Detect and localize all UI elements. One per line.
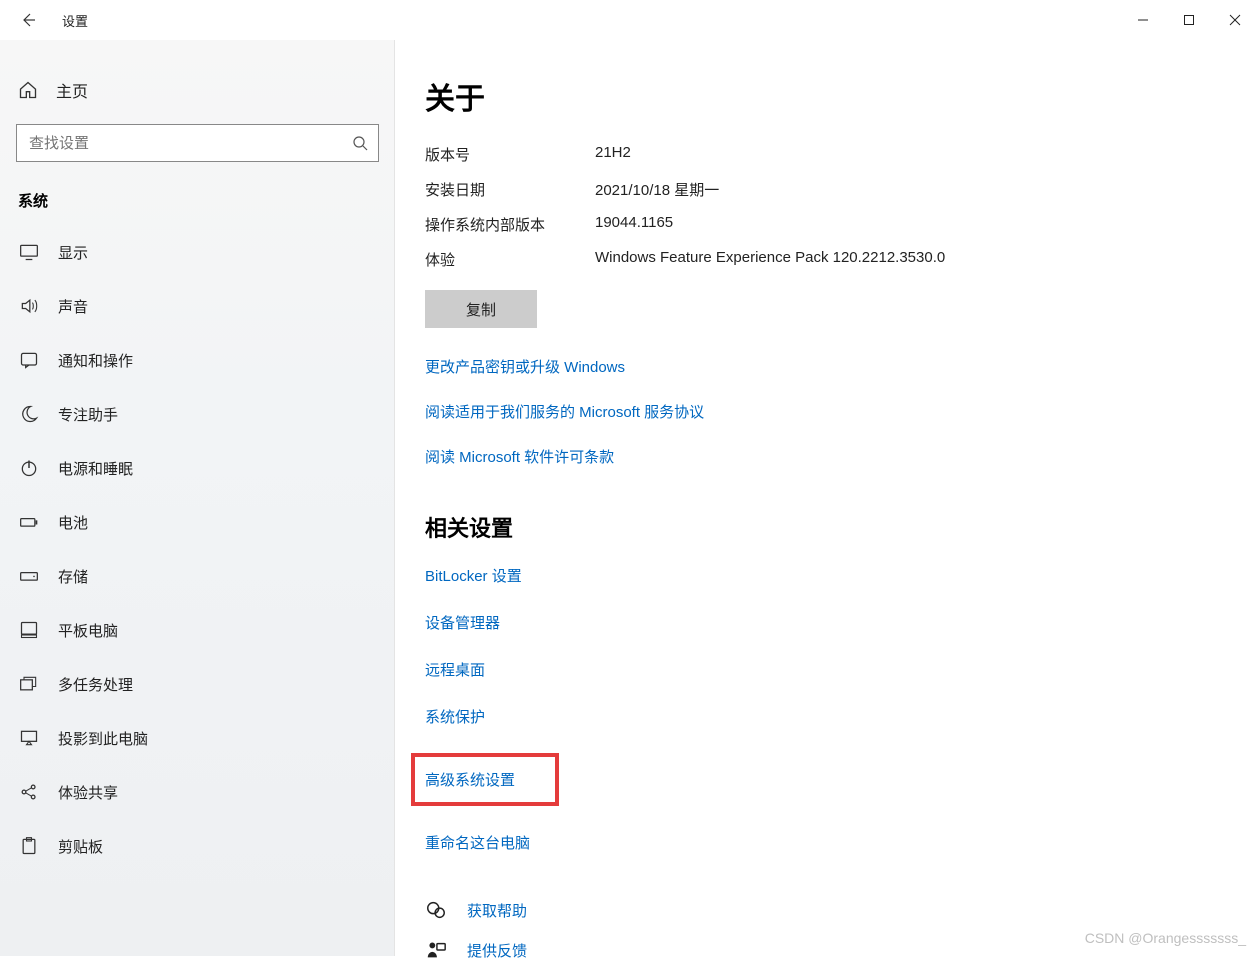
sidebar-item-label: 存储 [58,566,88,587]
back-button[interactable] [18,10,38,30]
sidebar: 主页 系统 显示 声音 通知和操作 专注助手 [0,40,395,956]
sidebar-item-label: 投影到此电脑 [58,728,148,749]
sidebar-item-label: 多任务处理 [58,674,133,695]
get-help-link[interactable]: 获取帮助 [425,899,1258,921]
link-ms-license-terms[interactable]: 阅读 Microsoft 软件许可条款 [425,446,1258,467]
minimize-button[interactable] [1120,4,1166,36]
sound-icon [18,295,40,317]
spec-value: 2021/10/18 星期一 [595,179,1258,200]
home-label: 主页 [56,78,88,102]
sidebar-item-label: 声音 [58,296,88,317]
close-button[interactable] [1212,4,1258,36]
search-input-container[interactable] [16,124,379,162]
sidebar-item-focus-assist[interactable]: 专注助手 [16,387,379,441]
sidebar-item-power[interactable]: 电源和睡眠 [16,441,379,495]
sidebar-item-clipboard[interactable]: 剪贴板 [16,819,379,873]
window-titlebar: 设置 [0,0,1258,40]
link-advanced-system-settings[interactable]: 高级系统设置 [425,772,515,789]
page-title: 关于 [425,74,1258,118]
moon-icon [18,403,40,425]
specs-grid: 版本号 21H2 安装日期 2021/10/18 星期一 操作系统内部版本 19… [425,144,1258,270]
spec-value: 19044.1165 [595,214,1258,235]
back-arrow-icon [20,12,36,28]
minimize-icon [1137,14,1149,26]
sidebar-item-label: 剪贴板 [58,836,103,857]
highlighted-link-box: 高级系统设置 [411,753,559,806]
project-icon [18,727,40,749]
related-settings-links: BitLocker 设置 设备管理器 远程桌面 系统保护 高级系统设置 重命名这… [425,565,1258,853]
feedback-icon [425,939,447,961]
link-system-protection[interactable]: 系统保护 [425,706,485,727]
sidebar-item-label: 电池 [58,512,88,533]
sidebar-item-label: 平板电脑 [58,620,118,641]
sidebar-item-multitasking[interactable]: 多任务处理 [16,657,379,711]
sidebar-item-label: 电源和睡眠 [58,458,133,479]
home-link[interactable]: 主页 [16,60,379,124]
multitask-icon [18,673,40,695]
spec-label: 版本号 [425,144,595,165]
copy-button[interactable]: 复制 [425,290,537,328]
sidebar-item-battery[interactable]: 电池 [16,495,379,549]
share-icon [18,781,40,803]
search-input[interactable] [29,135,352,152]
notification-icon [18,349,40,371]
sidebar-item-label: 通知和操作 [58,350,133,371]
link-remote-desktop[interactable]: 远程桌面 [425,659,485,680]
spec-label: 体验 [425,249,595,270]
sidebar-item-notifications[interactable]: 通知和操作 [16,333,379,387]
search-icon [352,135,368,151]
spec-value: 21H2 [595,144,1258,165]
sidebar-item-tablet[interactable]: 平板电脑 [16,603,379,657]
footer-label: 获取帮助 [467,900,527,921]
sidebar-item-label: 体验共享 [58,782,118,803]
window-title: 设置 [62,11,88,30]
tablet-icon [18,619,40,641]
close-icon [1229,14,1241,26]
storage-icon [18,565,40,587]
sidebar-nav: 显示 声音 通知和操作 专注助手 电源和睡眠 电池 [16,225,379,873]
maximize-icon [1183,14,1195,26]
link-bitlocker[interactable]: BitLocker 设置 [425,565,522,586]
maximize-button[interactable] [1166,4,1212,36]
clipboard-icon [18,835,40,857]
product-links: 更改产品密钥或升级 Windows 阅读适用于我们服务的 Microsoft 服… [425,356,1258,467]
sidebar-item-display[interactable]: 显示 [16,225,379,279]
window-controls [1120,4,1258,36]
link-change-product-key[interactable]: 更改产品密钥或升级 Windows [425,356,1258,377]
link-rename-pc[interactable]: 重命名这台电脑 [425,832,530,853]
sidebar-item-projecting[interactable]: 投影到此电脑 [16,711,379,765]
spec-label: 操作系统内部版本 [425,214,595,235]
sidebar-item-label: 显示 [58,242,88,263]
watermark: CSDN @Orangesssssss_ [1085,930,1246,946]
power-icon [18,457,40,479]
sidebar-item-shared-experiences[interactable]: 体验共享 [16,765,379,819]
battery-icon [18,511,40,533]
spec-label: 安装日期 [425,179,595,200]
sidebar-item-label: 专注助手 [58,404,118,425]
link-device-manager[interactable]: 设备管理器 [425,612,500,633]
footer-label: 提供反馈 [467,940,527,961]
help-icon [425,899,447,921]
content-pane: 关于 版本号 21H2 安装日期 2021/10/18 星期一 操作系统内部版本… [395,40,1258,956]
related-settings-title: 相关设置 [425,511,1258,543]
sidebar-item-sound[interactable]: 声音 [16,279,379,333]
sidebar-item-storage[interactable]: 存储 [16,549,379,603]
link-ms-services-agreement[interactable]: 阅读适用于我们服务的 Microsoft 服务协议 [425,401,1258,422]
sidebar-section-label: 系统 [18,190,379,211]
spec-value: Windows Feature Experience Pack 120.2212… [595,249,1258,270]
home-icon [18,80,38,100]
display-icon [18,241,40,263]
